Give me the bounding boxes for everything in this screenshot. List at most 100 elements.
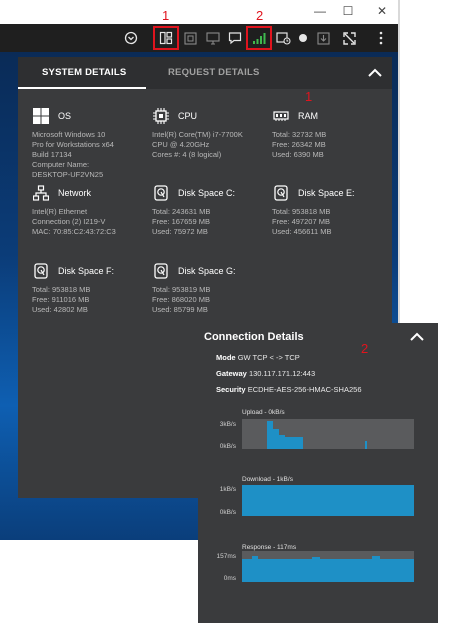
- tile-line: Used: 75972 MB: [152, 227, 208, 236]
- tile-line: Intel(R) Core(TM) i7-7700K: [152, 130, 243, 139]
- tile-line: Total: 243631 MB: [152, 207, 211, 216]
- mode-label: Mode: [216, 353, 236, 362]
- disk-icon: [152, 184, 170, 202]
- tile-line: CPU @ 4.20GHz: [152, 140, 210, 149]
- disk-g-tile: Disk Space G: Total: 953819 MB Free: 868…: [152, 261, 264, 315]
- chat-icon[interactable]: [225, 28, 245, 48]
- tile-line: Connection (2) I219-V: [32, 217, 106, 226]
- gateway-value: 130.117.171.12:443: [248, 369, 316, 378]
- callout-1-panel: 1: [305, 89, 313, 104]
- disk-icon: [152, 262, 170, 280]
- tile-line: Cores #: 4 (8 logical): [152, 150, 222, 159]
- tile-line: Total: 953818 MB: [272, 207, 331, 216]
- tile-line: MAC: 70:85:C2:43:72:C3: [32, 227, 116, 236]
- window-titlebar: — ☐ ✕: [0, 0, 400, 24]
- tile-line: Used: 85799 MB: [152, 305, 208, 314]
- collapse-chevron-icon[interactable]: [410, 332, 424, 342]
- download-graph: [242, 485, 414, 516]
- disk-icon: [272, 184, 290, 202]
- download-graph-title: Download - 1kB/s: [242, 476, 293, 483]
- os-tile: OS Microsoft Windows 10 Pro for Workstat…: [32, 106, 144, 180]
- fullscreen-icon[interactable]: [180, 28, 200, 48]
- gateway-label: Gateway: [216, 369, 247, 378]
- download-ymin: 0kB/s: [219, 509, 236, 516]
- security-row: Security ECDHE-AES-256-HMAC-SHA256: [216, 385, 362, 394]
- windows-icon: [32, 107, 50, 125]
- panel-tabs: SYSTEM DETAILS REQUEST DETAILS: [18, 57, 392, 89]
- security-label: Security: [216, 385, 246, 394]
- tile-line: Pro for Workstations x64: [32, 140, 114, 149]
- download-ymax: 1kB/s: [219, 486, 236, 493]
- security-value: ECDHE-AES-256-HMAC-SHA256: [247, 385, 362, 394]
- tile-title: Disk Space F:: [58, 266, 115, 276]
- toolbar: [0, 24, 400, 52]
- tile-line: Computer Name:: [32, 160, 90, 169]
- tile-line: Free: 868020 MB: [152, 295, 210, 304]
- tile-line: Free: 911016 MB: [32, 295, 90, 304]
- response-ymax: 157ms: [216, 553, 236, 560]
- more-icon[interactable]: [371, 28, 391, 48]
- active-tab-indicator: [18, 87, 146, 89]
- cpu-tile: CPU Intel(R) Core(TM) i7-7700K CPU @ 4.2…: [152, 106, 264, 160]
- tile-line: Free: 167659 MB: [152, 217, 210, 226]
- upload-graph: [242, 419, 414, 449]
- response-graph-title: Response - 117ms: [242, 544, 297, 551]
- tile-line: Used: 6390 MB: [272, 150, 324, 159]
- minimize-button[interactable]: —: [310, 3, 330, 19]
- collapse-chevron-icon[interactable]: [367, 67, 383, 79]
- layout-icon[interactable]: [153, 26, 179, 50]
- tile-title: Disk Space E:: [298, 188, 355, 198]
- disk-e-tile: Disk Space E: Total: 953818 MB Free: 497…: [272, 183, 384, 237]
- tile-title: CPU: [178, 111, 198, 121]
- upload-graph-title: Upload - 0kB/s: [242, 409, 285, 416]
- mode-value: GW TCP < -> TCP: [237, 353, 300, 362]
- upload-ymax: 3kB/s: [219, 421, 236, 428]
- tile-line: Total: 953819 MB: [152, 285, 211, 294]
- camera-icon[interactable]: [273, 28, 293, 48]
- callout-2-panel: 2: [361, 341, 369, 356]
- tile-title: RAM: [298, 111, 318, 121]
- connection-details-panel: Connection Details 2 Mode GW TCP < -> TC…: [198, 323, 438, 623]
- connection-title: Connection Details: [204, 331, 304, 343]
- tile-line: Total: 953818 MB: [32, 285, 91, 294]
- network-tile: Network Intel(R) Ethernet Connection (2)…: [32, 183, 144, 237]
- tile-line: Total: 32732 MB: [272, 130, 327, 139]
- disk-c-tile: Disk Space C: Total: 243631 MB Free: 167…: [152, 183, 264, 237]
- cpu-icon: [152, 107, 170, 125]
- disk-icon: [32, 262, 50, 280]
- screen: — ☐ ✕ 1 2 SYSTEM DETAILS REQUEST DETAILS…: [0, 0, 453, 631]
- tab-system-details[interactable]: SYSTEM DETAILS: [42, 67, 126, 78]
- tile-line: Used: 456611 MB: [272, 227, 332, 236]
- tile-line: Microsoft Windows 10: [32, 130, 106, 139]
- maximize-button[interactable]: ☐: [338, 3, 358, 19]
- expand-icon[interactable]: [339, 28, 359, 48]
- tab-request-details[interactable]: REQUEST DETAILS: [168, 67, 260, 78]
- upload-ymin: 0kB/s: [219, 443, 236, 450]
- tile-title: Disk Space G:: [178, 266, 236, 276]
- disk-f-tile: Disk Space F: Total: 953818 MB Free: 911…: [32, 261, 144, 315]
- mode-row: Mode GW TCP < -> TCP: [216, 353, 300, 362]
- callout-2-top: 2: [256, 8, 264, 23]
- ram-tile: RAM Total: 32732 MB Free: 26342 MB Used:…: [272, 106, 384, 160]
- monitor-icon[interactable]: [203, 28, 223, 48]
- response-graph: [242, 551, 414, 582]
- tile-title: Network: [58, 188, 92, 198]
- chevron-circle-icon[interactable]: [121, 28, 141, 48]
- tile-line: Free: 26342 MB: [272, 140, 326, 149]
- callout-1-top: 1: [162, 8, 170, 23]
- record-icon[interactable]: [293, 28, 313, 48]
- tile-title: Disk Space C:: [178, 188, 236, 198]
- tile-line: Free: 497207 MB: [272, 217, 330, 226]
- tile-line: Used: 42802 MB: [32, 305, 88, 314]
- close-button[interactable]: ✕: [372, 3, 392, 19]
- download-icon[interactable]: [313, 28, 333, 48]
- gateway-row: Gateway 130.117.171.12:443: [216, 369, 315, 378]
- tile-title: OS: [58, 111, 72, 121]
- ram-icon: [272, 107, 290, 125]
- response-ymin: 0ms: [223, 575, 236, 582]
- tile-line: DESKTOP-UF2VN25: [32, 170, 104, 179]
- network-icon: [32, 184, 50, 202]
- signal-icon[interactable]: [246, 26, 272, 50]
- tile-line: Intel(R) Ethernet: [32, 207, 88, 216]
- tile-line: Build 17134: [32, 150, 72, 159]
